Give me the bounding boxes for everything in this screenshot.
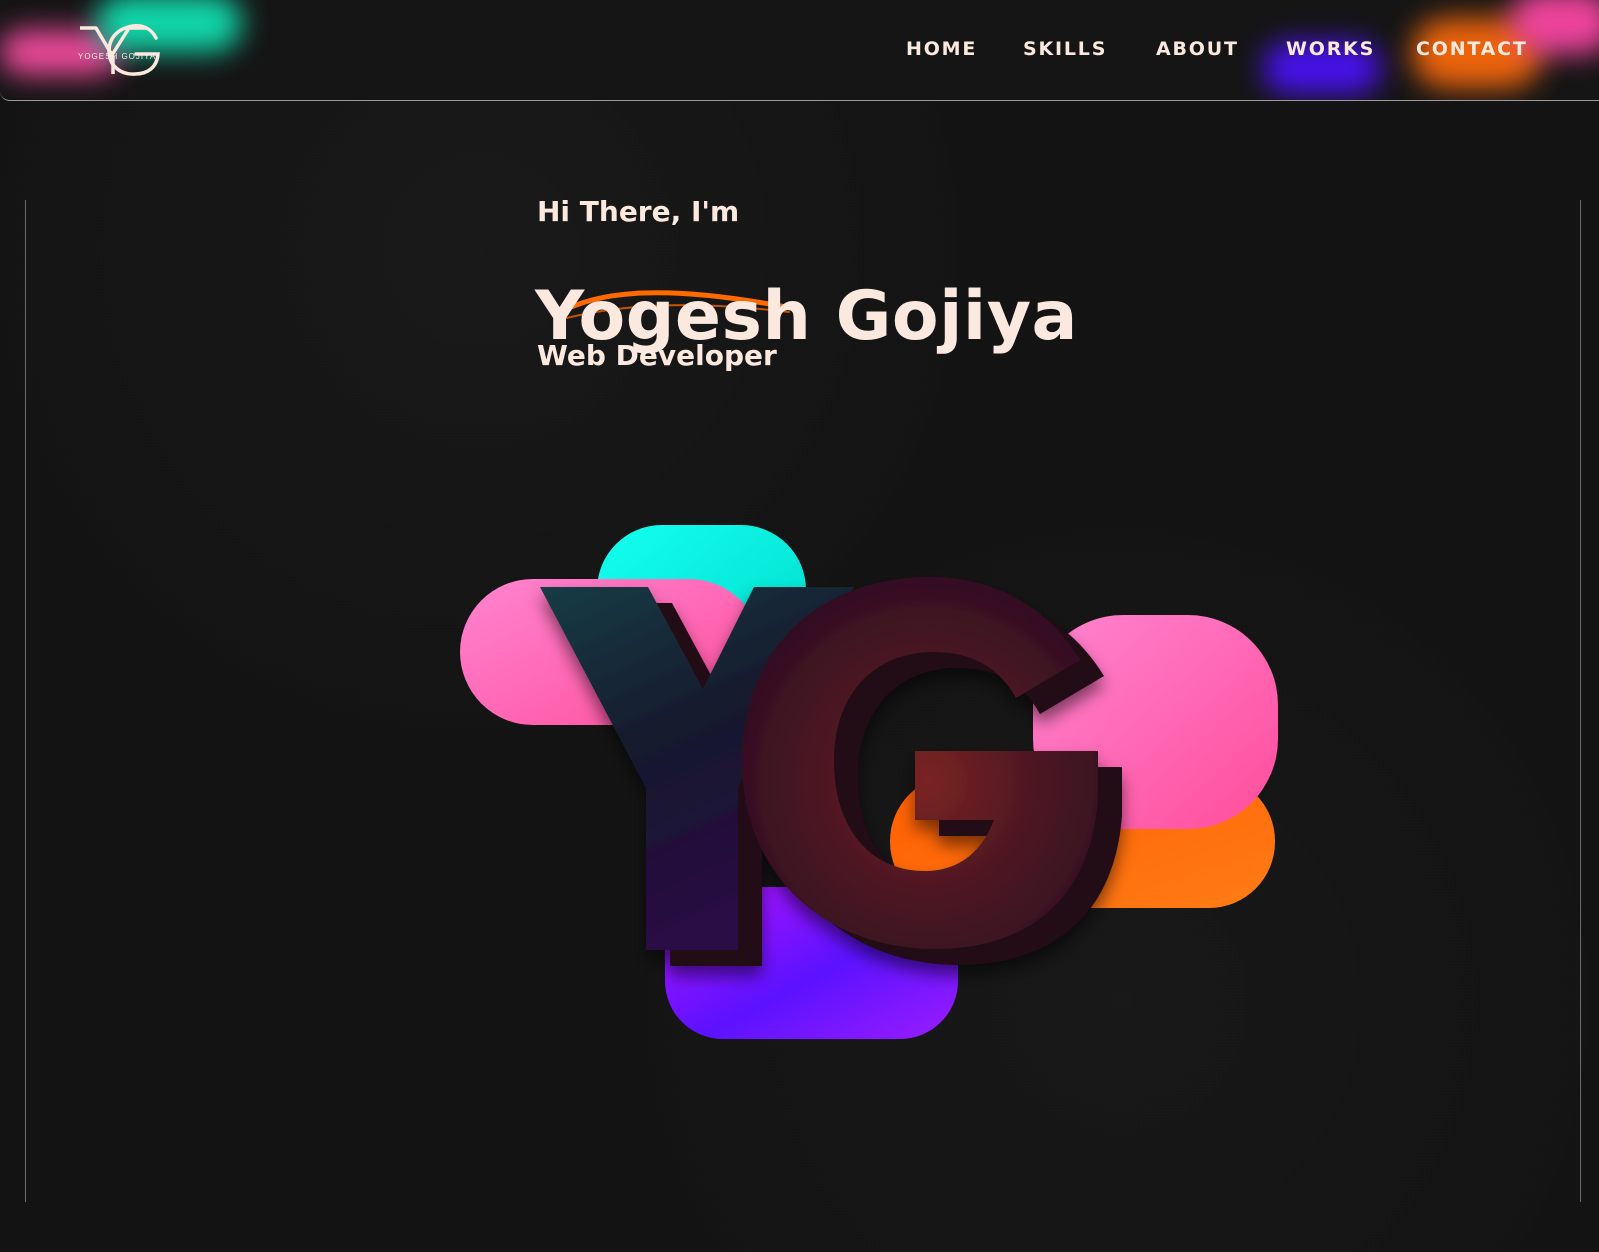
- brand-logo[interactable]: YOGESH GOJIYA: [78, 20, 162, 80]
- yg-emblem-graphic: [460, 525, 1278, 1039]
- hero-intro: Hi There, I'm Yogesh Gojiya Web Develope…: [535, 195, 1157, 385]
- 3d-yg-emblem: [460, 525, 1300, 1065]
- nav-contact-link[interactable]: CONTACT: [1416, 38, 1528, 60]
- nav-about-link[interactable]: ABOUT: [1156, 38, 1239, 60]
- hero-greeting: Hi There, I'm: [537, 195, 740, 228]
- logo-wordmark: YOGESH GOJIYA: [78, 52, 156, 61]
- 3d-yg-letters: [540, 576, 1122, 966]
- left-frame-line: [25, 200, 26, 1202]
- yg-logo-icon: YOGESH GOJIYA: [78, 24, 160, 76]
- hero-role: Web Developer: [537, 339, 777, 372]
- nav-home-link[interactable]: HOME: [906, 38, 977, 60]
- right-frame-line: [1580, 200, 1581, 1202]
- nav-skills-link[interactable]: SKILLS: [1023, 38, 1107, 60]
- portfolio-page: YOGESH GOJIYA HOME SKILLS ABOUT WORKS CO…: [0, 0, 1599, 1252]
- top-navigation-bar: YOGESH GOJIYA HOME SKILLS ABOUT WORKS CO…: [0, 0, 1599, 101]
- nav-works-link[interactable]: WORKS: [1286, 38, 1375, 60]
